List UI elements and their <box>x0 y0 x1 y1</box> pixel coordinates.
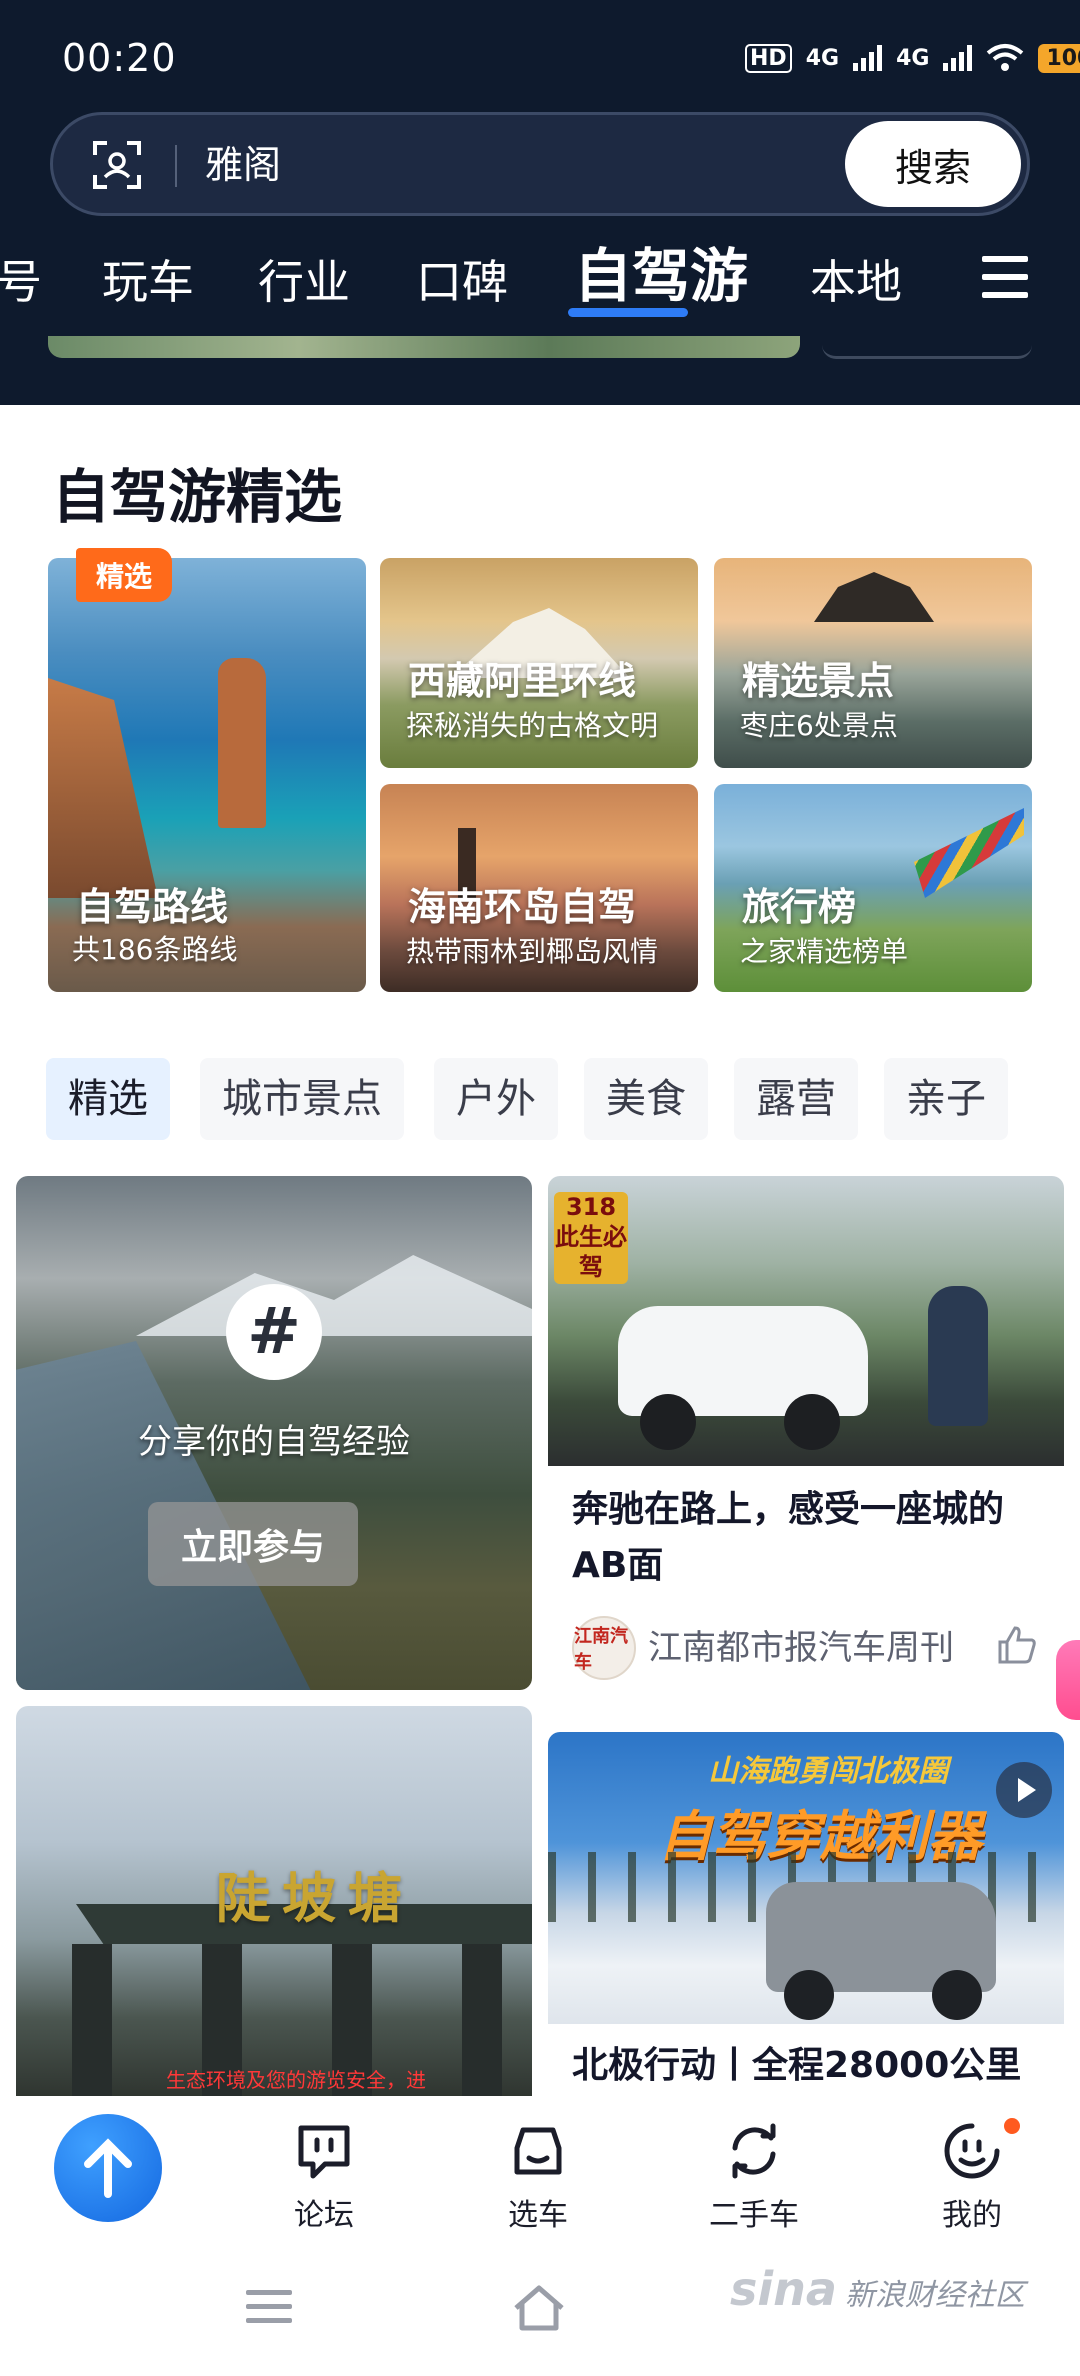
card-title: 精选景点 <box>742 659 895 703</box>
search-input[interactable]: 雅阁 <box>205 137 281 193</box>
card-title: 自驾路线 <box>76 885 229 929</box>
card-title: 海南环岛自驾 <box>408 885 637 929</box>
card-subtitle: 枣庄6处景点 <box>740 709 898 742</box>
wheel-image <box>640 1394 696 1450</box>
profile-face-icon <box>944 2123 1000 2179</box>
article-cover-image: 山海跑勇闯北极圈 自驾穿越利器 <box>548 1732 1064 2024</box>
author-name[interactable]: 江南都市报汽车周刊 <box>648 1620 954 1669</box>
arrow-up-icon <box>84 2138 132 2198</box>
battery-indicator: 100 <box>1038 43 1080 73</box>
rock-pillar-image <box>218 658 266 828</box>
pavilion-image <box>814 572 934 622</box>
hashtag-icon: # <box>226 1284 322 1380</box>
hd-indicator: HD <box>745 43 792 73</box>
tab-label: 选车 <box>508 2198 568 2233</box>
prayer-flags-image <box>914 808 1024 898</box>
card-subtitle: 共186条路线 <box>72 933 238 966</box>
recent-apps-icon[interactable] <box>246 2290 292 2332</box>
tab-label: 我的 <box>942 2198 1002 2233</box>
section-title: 自驾游精选 <box>52 463 343 531</box>
wifi-icon <box>987 44 1024 71</box>
card-subtitle: 之家精选榜单 <box>740 935 909 968</box>
menu-icon[interactable] <box>982 256 1028 302</box>
tab-forum[interactable]: 论坛 <box>254 2118 394 2234</box>
author-avatar[interactable]: 江南汽车 <box>572 1616 636 1680</box>
search-bar[interactable]: 雅阁 搜索 <box>50 112 1030 216</box>
share-prompt: 分享你的自驾经验 <box>138 1422 410 1462</box>
search-divider <box>175 145 177 187</box>
car-icon <box>514 2127 562 2175</box>
cliff-image <box>48 678 158 898</box>
banner-image-edge <box>822 340 1032 359</box>
scan-icon[interactable] <box>91 139 143 191</box>
card-title: 西藏阿里环线 <box>408 659 637 703</box>
channel-tabs: 号 玩车 行业 口碑 自驾游 本地 <box>0 242 1080 322</box>
status-icons: HD 4G 4G 100 <box>745 36 1080 80</box>
tab-hao[interactable]: 号 <box>0 242 42 322</box>
article-title: 奔驰在路上，感受一座城的AB面 <box>572 1489 1005 1586</box>
share-experience-card[interactable]: # 分享你的自驾经验 立即参与 <box>16 1176 532 1690</box>
card-route[interactable]: 自驾路线 共186条路线 <box>48 558 366 992</box>
tab-hangye[interactable]: 行业 <box>258 242 350 322</box>
card-tibet[interactable]: 西藏阿里环线 探秘消失的古格文明 <box>380 558 698 768</box>
filter-chip-featured[interactable]: 精选 <box>46 1058 170 1140</box>
snow-mountain-image <box>136 1255 532 1336</box>
card-hainan[interactable]: 海南环岛自驾 热带雨林到椰岛风情 <box>380 784 698 992</box>
signal-icon <box>943 45 973 71</box>
wheel-image <box>784 1970 834 2020</box>
filter-chip-family[interactable]: 亲子 <box>884 1058 1008 1140</box>
cyclist-image <box>928 1286 988 1426</box>
tab-koubei[interactable]: 口碑 <box>416 242 508 322</box>
tab-bendi[interactable]: 本地 <box>810 242 902 322</box>
active-tab-indicator <box>568 308 688 317</box>
play-icon[interactable] <box>996 1762 1052 1818</box>
search-button[interactable]: 搜索 <box>845 121 1021 207</box>
signal-icon <box>853 45 883 71</box>
tab-zijiayou[interactable]: 自驾游 <box>574 236 748 316</box>
home-refresh-button[interactable] <box>54 2114 162 2222</box>
tab-label: 论坛 <box>294 2198 354 2233</box>
feed-article[interactable]: 318 此生必驾 奔驰在路上，感受一座城的AB面 江南汽车 江南都市报汽车周刊 <box>548 1176 1064 1696</box>
filter-chip-food[interactable]: 美食 <box>584 1058 708 1140</box>
filter-chip-camping[interactable]: 露营 <box>734 1058 858 1140</box>
card-travel-ranking[interactable]: 旅行榜 之家精选榜单 <box>714 784 1032 992</box>
gate-name-sign: 陡坡塘 <box>216 1867 414 1930</box>
banner-image-edge <box>48 336 800 358</box>
sina-logo: sina <box>730 2262 837 2316</box>
wheel-image <box>784 1394 840 1450</box>
gate-banner-text: 生态环境及您的游览安全，进 <box>166 2068 426 2092</box>
article-cover-image: 318 此生必驾 <box>548 1176 1064 1466</box>
floating-promo-icon[interactable] <box>1056 1640 1080 1720</box>
tab-label: 二手车 <box>709 2198 799 2233</box>
card-subtitle: 热带雨林到椰岛风情 <box>406 935 659 968</box>
watermark-text: 新浪财经社区 <box>844 2278 1025 2313</box>
card-subtitle: 探秘消失的古格文明 <box>406 709 659 742</box>
tab-wanche[interactable]: 玩车 <box>102 242 194 322</box>
refresh-icon <box>732 2123 776 2179</box>
article-title: 北极行动丨全程28000公里 <box>572 2045 1022 2086</box>
home-icon[interactable] <box>510 2282 568 2334</box>
network-2: 4G <box>896 45 930 71</box>
status-time: 00:20 <box>62 36 177 80</box>
featured-badge: 精选 <box>76 548 172 602</box>
feed-article[interactable]: 陡坡塘 生态环境及您的游览安全，进 <box>16 1706 532 2096</box>
wheel-image <box>932 1970 982 2020</box>
tab-used-car[interactable]: 二手车 <box>684 2118 824 2234</box>
cover-kicker: 山海跑勇闯北极圈 <box>708 1754 948 1789</box>
tab-me[interactable]: 我的 <box>902 2118 1042 2234</box>
network-1: 4G <box>805 45 840 71</box>
notification-dot <box>1004 2118 1020 2134</box>
join-now-button[interactable]: 立即参与 <box>148 1502 358 1586</box>
tab-choose-car[interactable]: 选车 <box>468 2118 608 2234</box>
thumbs-up-icon[interactable] <box>996 1624 1038 1666</box>
card-scenic-spots[interactable]: 精选景点 枣庄6处景点 <box>714 558 1032 768</box>
filter-chip-city[interactable]: 城市景点 <box>200 1058 404 1140</box>
route-318-sign: 318 此生必驾 <box>554 1192 628 1284</box>
feed-video-article[interactable]: 山海跑勇闯北极圈 自驾穿越利器 北极行动丨全程28000公里 <box>548 1732 1064 2112</box>
filter-chip-outdoor[interactable]: 户外 <box>434 1058 558 1140</box>
forum-icon <box>298 2125 350 2179</box>
sina-watermark: sina 新浪财经社区 <box>730 2262 1025 2316</box>
card-title: 旅行榜 <box>742 885 857 929</box>
